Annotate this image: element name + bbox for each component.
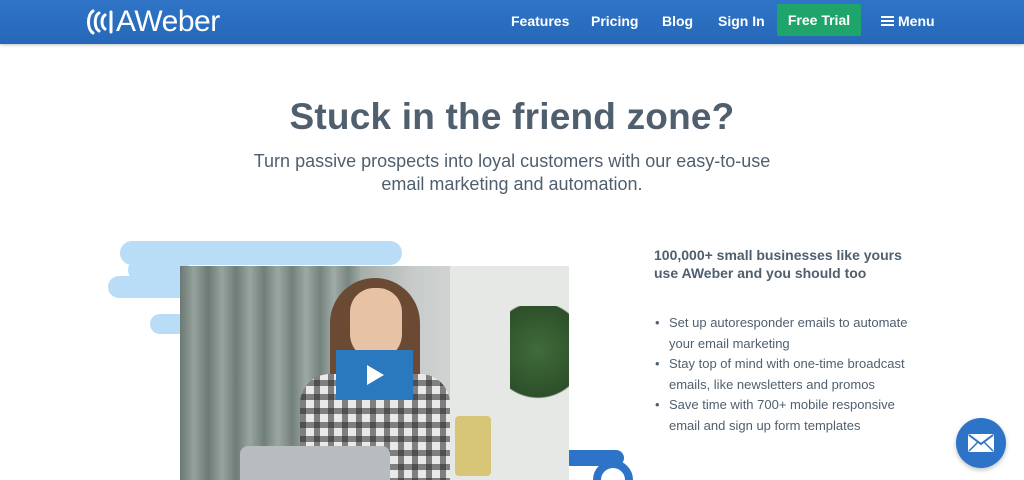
- free-trial-button[interactable]: Free Trial: [777, 4, 861, 36]
- play-button[interactable]: [336, 350, 413, 400]
- benefits-list: Set up autoresponder emails to automate …: [654, 313, 924, 436]
- benefits-heading: 100,000+ small businesses like yours use…: [654, 247, 902, 281]
- top-navbar: AWeber Features Pricing Blog Sign In Fre…: [0, 0, 1024, 44]
- play-icon: [366, 365, 384, 385]
- list-item: Save time with 700+ mobile responsive em…: [654, 395, 924, 436]
- menu-label: Menu: [898, 13, 935, 29]
- envelope-icon: [968, 434, 994, 452]
- menu-button[interactable]: Menu: [881, 12, 935, 30]
- nav-link-pricing[interactable]: Pricing: [591, 12, 638, 30]
- nav-link-blog[interactable]: Blog: [662, 12, 693, 30]
- aweber-logo[interactable]: AWeber: [84, 5, 220, 39]
- list-item: Stay top of mind with one-time broadcast…: [654, 354, 924, 395]
- hamburger-icon: [881, 16, 894, 26]
- list-item: Set up autoresponder emails to automate …: [654, 313, 924, 354]
- hero-title: Stuck in the friend zone?: [289, 96, 735, 137]
- nav-link-features[interactable]: Features: [511, 12, 569, 30]
- logo-text: AWeber: [116, 5, 220, 38]
- video-plant: [510, 306, 569, 416]
- video-mug: [455, 416, 491, 476]
- video-laptop: [240, 446, 390, 480]
- chat-button[interactable]: [956, 418, 1006, 468]
- hero-subtitle: Turn passive prospects into loyal custom…: [253, 151, 771, 194]
- aweber-logo-icon: [87, 9, 113, 35]
- nav-link-sign-in[interactable]: Sign In: [718, 12, 765, 30]
- promo-video[interactable]: [180, 266, 569, 480]
